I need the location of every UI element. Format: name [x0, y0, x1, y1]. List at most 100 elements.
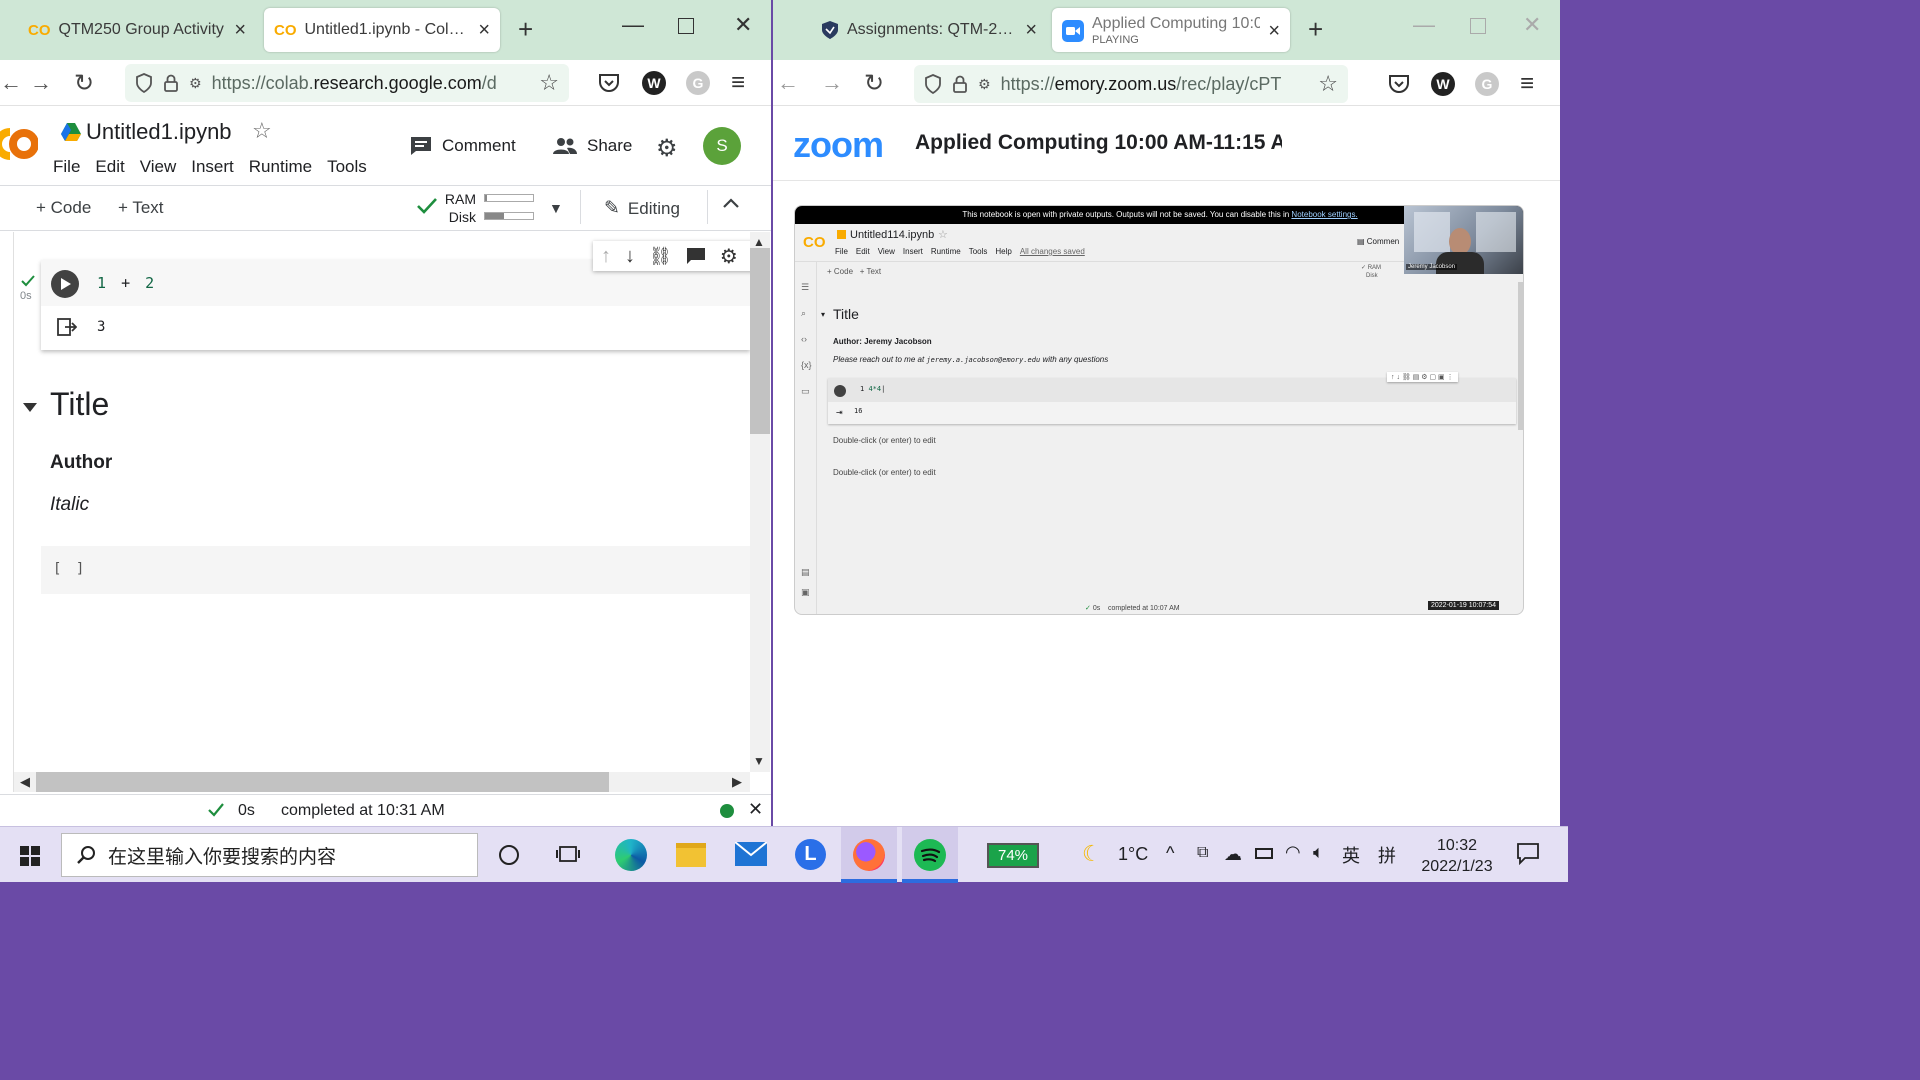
bookmark-star-icon[interactable]: ☆: [1318, 71, 1338, 97]
close-tab-icon[interactable]: ×: [1025, 20, 1037, 40]
maximize-icon[interactable]: [678, 18, 694, 34]
close-tab-icon[interactable]: ×: [234, 20, 246, 40]
file-explorer-icon[interactable]: [676, 843, 706, 867]
weather-moon-icon[interactable]: ☾: [1082, 841, 1102, 867]
firefox-icon[interactable]: [853, 839, 885, 871]
forward-icon[interactable]: →: [821, 70, 843, 96]
grammarly-extension-icon[interactable]: G: [686, 71, 710, 95]
pocket-icon[interactable]: [597, 71, 621, 95]
settings-gear-icon[interactable]: ⚙: [656, 134, 678, 163]
star-notebook-icon[interactable]: ☆: [252, 118, 272, 144]
cell-code-editor[interactable]: 1 + 2: [97, 274, 154, 292]
volume-icon[interactable]: 🔈︎: [1313, 842, 1324, 863]
minimize-icon[interactable]: —: [622, 12, 644, 38]
forward-icon[interactable]: →: [30, 70, 52, 96]
collapse-header-icon[interactable]: [722, 196, 740, 210]
vertical-scrollbar[interactable]: ▲ ▼: [750, 232, 770, 772]
video-player[interactable]: This notebook is open with private outpu…: [794, 205, 1524, 615]
move-cell-up-icon[interactable]: ↑: [601, 245, 611, 268]
scroll-up-icon[interactable]: ▲: [753, 235, 765, 249]
close-tab-icon[interactable]: ×: [478, 20, 490, 40]
scroll-thumb[interactable]: [750, 248, 770, 434]
hamburger-menu-icon[interactable]: ≡: [731, 69, 745, 97]
edge-browser-icon[interactable]: [615, 839, 647, 871]
cortana-icon[interactable]: [499, 845, 519, 865]
cell-settings-icon[interactable]: ⚙: [720, 244, 738, 269]
wikipedia-extension-icon[interactable]: W: [642, 71, 666, 95]
share-button[interactable]: Share: [553, 136, 632, 156]
link-to-cell-icon[interactable]: ⛓: [649, 246, 672, 267]
ime-mode[interactable]: 拼: [1378, 842, 1396, 868]
onedrive-cloud-icon[interactable]: ☁: [1224, 844, 1242, 865]
task-view-icon[interactable]: [556, 843, 580, 865]
menu-tools[interactable]: Tools: [327, 157, 367, 177]
video-status: ✓ 0s completed at 10:07 AM: [1085, 605, 1180, 612]
scroll-right-icon[interactable]: ▶: [732, 774, 742, 790]
menu-view[interactable]: View: [140, 157, 177, 177]
mail-icon[interactable]: [735, 842, 767, 866]
close-status-icon[interactable]: ✕: [748, 799, 763, 820]
notebook-filename[interactable]: Untitled1.ipynb: [86, 119, 232, 145]
grammarly-extension-icon[interactable]: G: [1475, 72, 1499, 96]
reload-icon[interactable]: ↻: [864, 69, 884, 98]
spotify-icon[interactable]: [914, 839, 946, 871]
notification-center-icon[interactable]: [1517, 843, 1539, 865]
scroll-left-icon[interactable]: ◀: [20, 774, 30, 790]
back-icon[interactable]: ←: [0, 70, 22, 96]
battery-icon[interactable]: [1255, 848, 1273, 859]
code-cell[interactable]: 1 + 2 3: [41, 260, 750, 350]
close-window-icon[interactable]: ✕: [734, 12, 752, 38]
resources-dropdown-icon[interactable]: ▼: [549, 200, 563, 216]
minimize-icon[interactable]: —: [1413, 12, 1435, 38]
menu-file[interactable]: File: [53, 157, 80, 177]
back-icon[interactable]: ←: [777, 70, 799, 96]
move-cell-down-icon[interactable]: ↓: [625, 245, 635, 268]
windows-start-icon[interactable]: [20, 846, 40, 866]
tab-zoom-recording[interactable]: Applied Computing 10:0 PLAYING ×: [1052, 8, 1290, 52]
ime-language[interactable]: 英: [1342, 842, 1360, 868]
close-window-icon[interactable]: ✕: [1523, 12, 1541, 38]
add-code-cell-button[interactable]: + Code: [36, 198, 91, 218]
colab-logo[interactable]: [0, 124, 38, 164]
wifi-icon[interactable]: ◠: [1285, 842, 1301, 863]
run-cell-button[interactable]: [51, 270, 79, 298]
editing-mode-button[interactable]: ✎ Editing: [604, 197, 680, 220]
lark-app-icon[interactable]: L: [795, 839, 826, 870]
pocket-icon[interactable]: [1387, 72, 1411, 96]
battery-meter[interactable]: 74%: [987, 843, 1039, 868]
show-hidden-icons[interactable]: ^: [1166, 843, 1174, 864]
menu-insert[interactable]: Insert: [191, 157, 234, 177]
tab-assignments[interactable]: Assignments: QTM-250- ×: [811, 8, 1047, 52]
menu-runtime[interactable]: Runtime: [249, 157, 312, 177]
new-tab-icon[interactable]: +: [518, 14, 533, 45]
add-text-cell-button[interactable]: + Text: [118, 198, 164, 218]
site-settings-icon[interactable]: ⚙: [978, 76, 991, 93]
add-comment-icon[interactable]: [686, 247, 706, 265]
comment-button[interactable]: Comment: [410, 136, 516, 156]
collapse-section-icon[interactable]: [22, 401, 38, 413]
tab-untitled1[interactable]: CO Untitled1.ipynb - Colabo ×: [264, 8, 500, 52]
horizontal-scrollbar[interactable]: ◀ ▶: [14, 772, 750, 792]
clear-output-icon[interactable]: [57, 318, 77, 336]
account-avatar[interactable]: S: [703, 127, 741, 165]
scroll-thumb[interactable]: [36, 772, 609, 792]
meet-now-icon[interactable]: ⧉: [1197, 844, 1208, 862]
close-tab-icon[interactable]: ×: [1268, 21, 1280, 41]
reload-icon[interactable]: ↻: [74, 69, 94, 98]
taskbar-search-box[interactable]: 在这里输入你要搜索的内容: [61, 833, 478, 877]
bookmark-star-icon[interactable]: ☆: [539, 70, 559, 96]
address-bar[interactable]: ⚙ https://colab.research.google.com/d ☆: [125, 64, 569, 102]
play-icon: [61, 278, 71, 290]
new-tab-icon[interactable]: +: [1308, 14, 1323, 45]
wikipedia-extension-icon[interactable]: W: [1431, 72, 1455, 96]
maximize-icon[interactable]: [1470, 18, 1486, 34]
site-settings-icon[interactable]: ⚙: [189, 75, 202, 92]
taskbar-clock[interactable]: 10:32 2022/1/23: [1412, 835, 1502, 877]
hamburger-menu-icon[interactable]: ≡: [1520, 70, 1534, 98]
menu-edit[interactable]: Edit: [95, 157, 124, 177]
empty-code-cell[interactable]: [ ]: [41, 546, 750, 594]
weather-temperature[interactable]: 1°C: [1118, 844, 1148, 865]
scroll-down-icon[interactable]: ▼: [753, 754, 765, 768]
address-bar[interactable]: ⚙ https://emory.zoom.us/rec/play/cPT ☆: [914, 65, 1348, 103]
tab-qtm250[interactable]: CO QTM250 Group Activity ×: [18, 8, 256, 52]
